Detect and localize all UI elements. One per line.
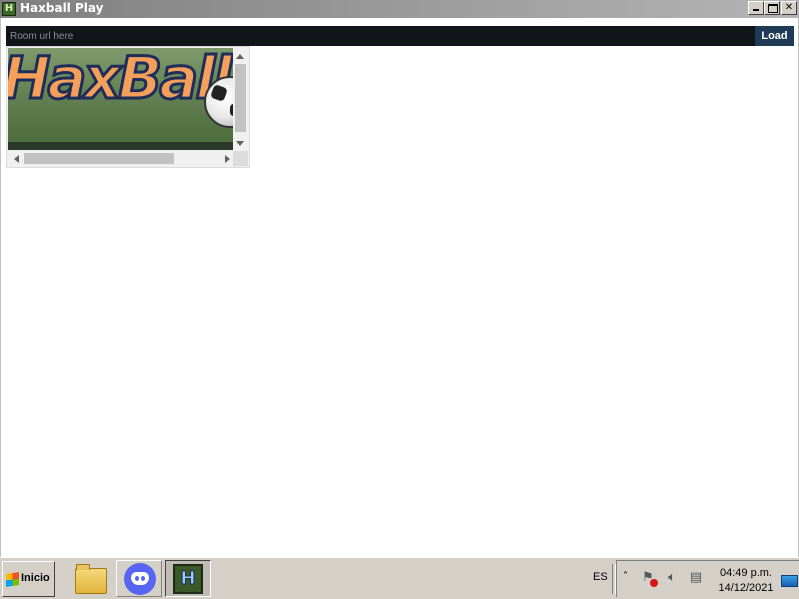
scroll-up-arrow-icon[interactable] xyxy=(236,54,244,59)
scroll-right-arrow-icon[interactable] xyxy=(225,155,230,163)
show-hidden-icons-chevron-icon[interactable]: ˄ xyxy=(623,571,628,582)
show-desktop-icon[interactable] xyxy=(781,575,798,587)
discord-icon xyxy=(124,563,156,595)
room-url-bar: Load xyxy=(6,26,794,46)
taskbar-discord[interactable] xyxy=(116,560,162,597)
close-button[interactable]: ✕ xyxy=(781,1,797,15)
network-icon[interactable]: ▤ xyxy=(689,571,703,585)
start-button[interactable]: Inicio xyxy=(2,561,55,597)
clock-date: 14/12/2021 xyxy=(718,582,774,594)
haxball-banner: HaxBall xyxy=(8,48,233,150)
volume-icon[interactable]: 🔈︎ xyxy=(665,571,679,585)
language-indicator[interactable]: ES xyxy=(593,571,608,583)
system-tray: ˄ ⚑ 🔈︎ ▤ 04:49 p.m. 14/12/2021 xyxy=(616,560,799,597)
action-center-flag-icon[interactable]: ⚑ xyxy=(641,571,658,587)
minimize-button[interactable] xyxy=(748,1,764,15)
start-label: Inicio xyxy=(21,572,50,584)
banner-floor xyxy=(8,142,233,150)
clock[interactable]: 04:49 p.m. 14/12/2021 xyxy=(716,566,776,596)
window-titlebar[interactable]: H Haxball Play ✕ xyxy=(0,0,799,18)
haxball-app-icon: H xyxy=(2,2,16,16)
taskbar-file-explorer[interactable] xyxy=(66,560,112,597)
haxball-logo: HaxBall xyxy=(8,48,233,114)
vertical-scrollbar[interactable] xyxy=(233,48,248,150)
haxball-icon: H xyxy=(173,564,203,594)
scroll-down-arrow-icon[interactable] xyxy=(236,141,244,146)
load-button[interactable]: Load xyxy=(755,26,794,46)
horizontal-scrollbar[interactable] xyxy=(8,151,233,166)
taskbar-haxball[interactable]: H xyxy=(165,560,211,597)
clock-time: 04:49 p.m. xyxy=(720,567,772,579)
room-url-input[interactable] xyxy=(6,26,751,46)
scrollbar-corner xyxy=(233,151,248,166)
horizontal-scroll-thumb[interactable] xyxy=(24,153,174,164)
window-title: Haxball Play xyxy=(20,1,104,15)
game-frame: HaxBall xyxy=(6,46,250,168)
vertical-scroll-thumb[interactable] xyxy=(235,64,246,132)
windows-logo-icon xyxy=(6,572,19,587)
taskbar: Inicio H ES ˄ ⚑ 🔈︎ ▤ 04:49 p.m. 14/12/20… xyxy=(0,557,799,599)
folder-icon xyxy=(75,564,107,594)
scroll-left-arrow-icon[interactable] xyxy=(14,155,19,163)
maximize-button[interactable] xyxy=(764,1,780,15)
